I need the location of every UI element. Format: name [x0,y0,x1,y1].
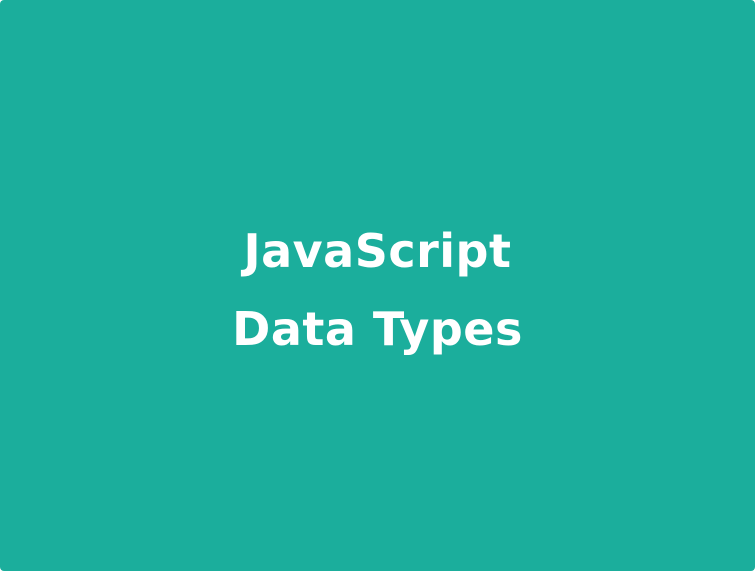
title-line-1: JavaScript [243,223,512,278]
title-line-2: Data Types [232,301,523,356]
card-title: JavaScript Data Types [232,212,523,368]
title-card: JavaScript Data Types [0,0,755,571]
